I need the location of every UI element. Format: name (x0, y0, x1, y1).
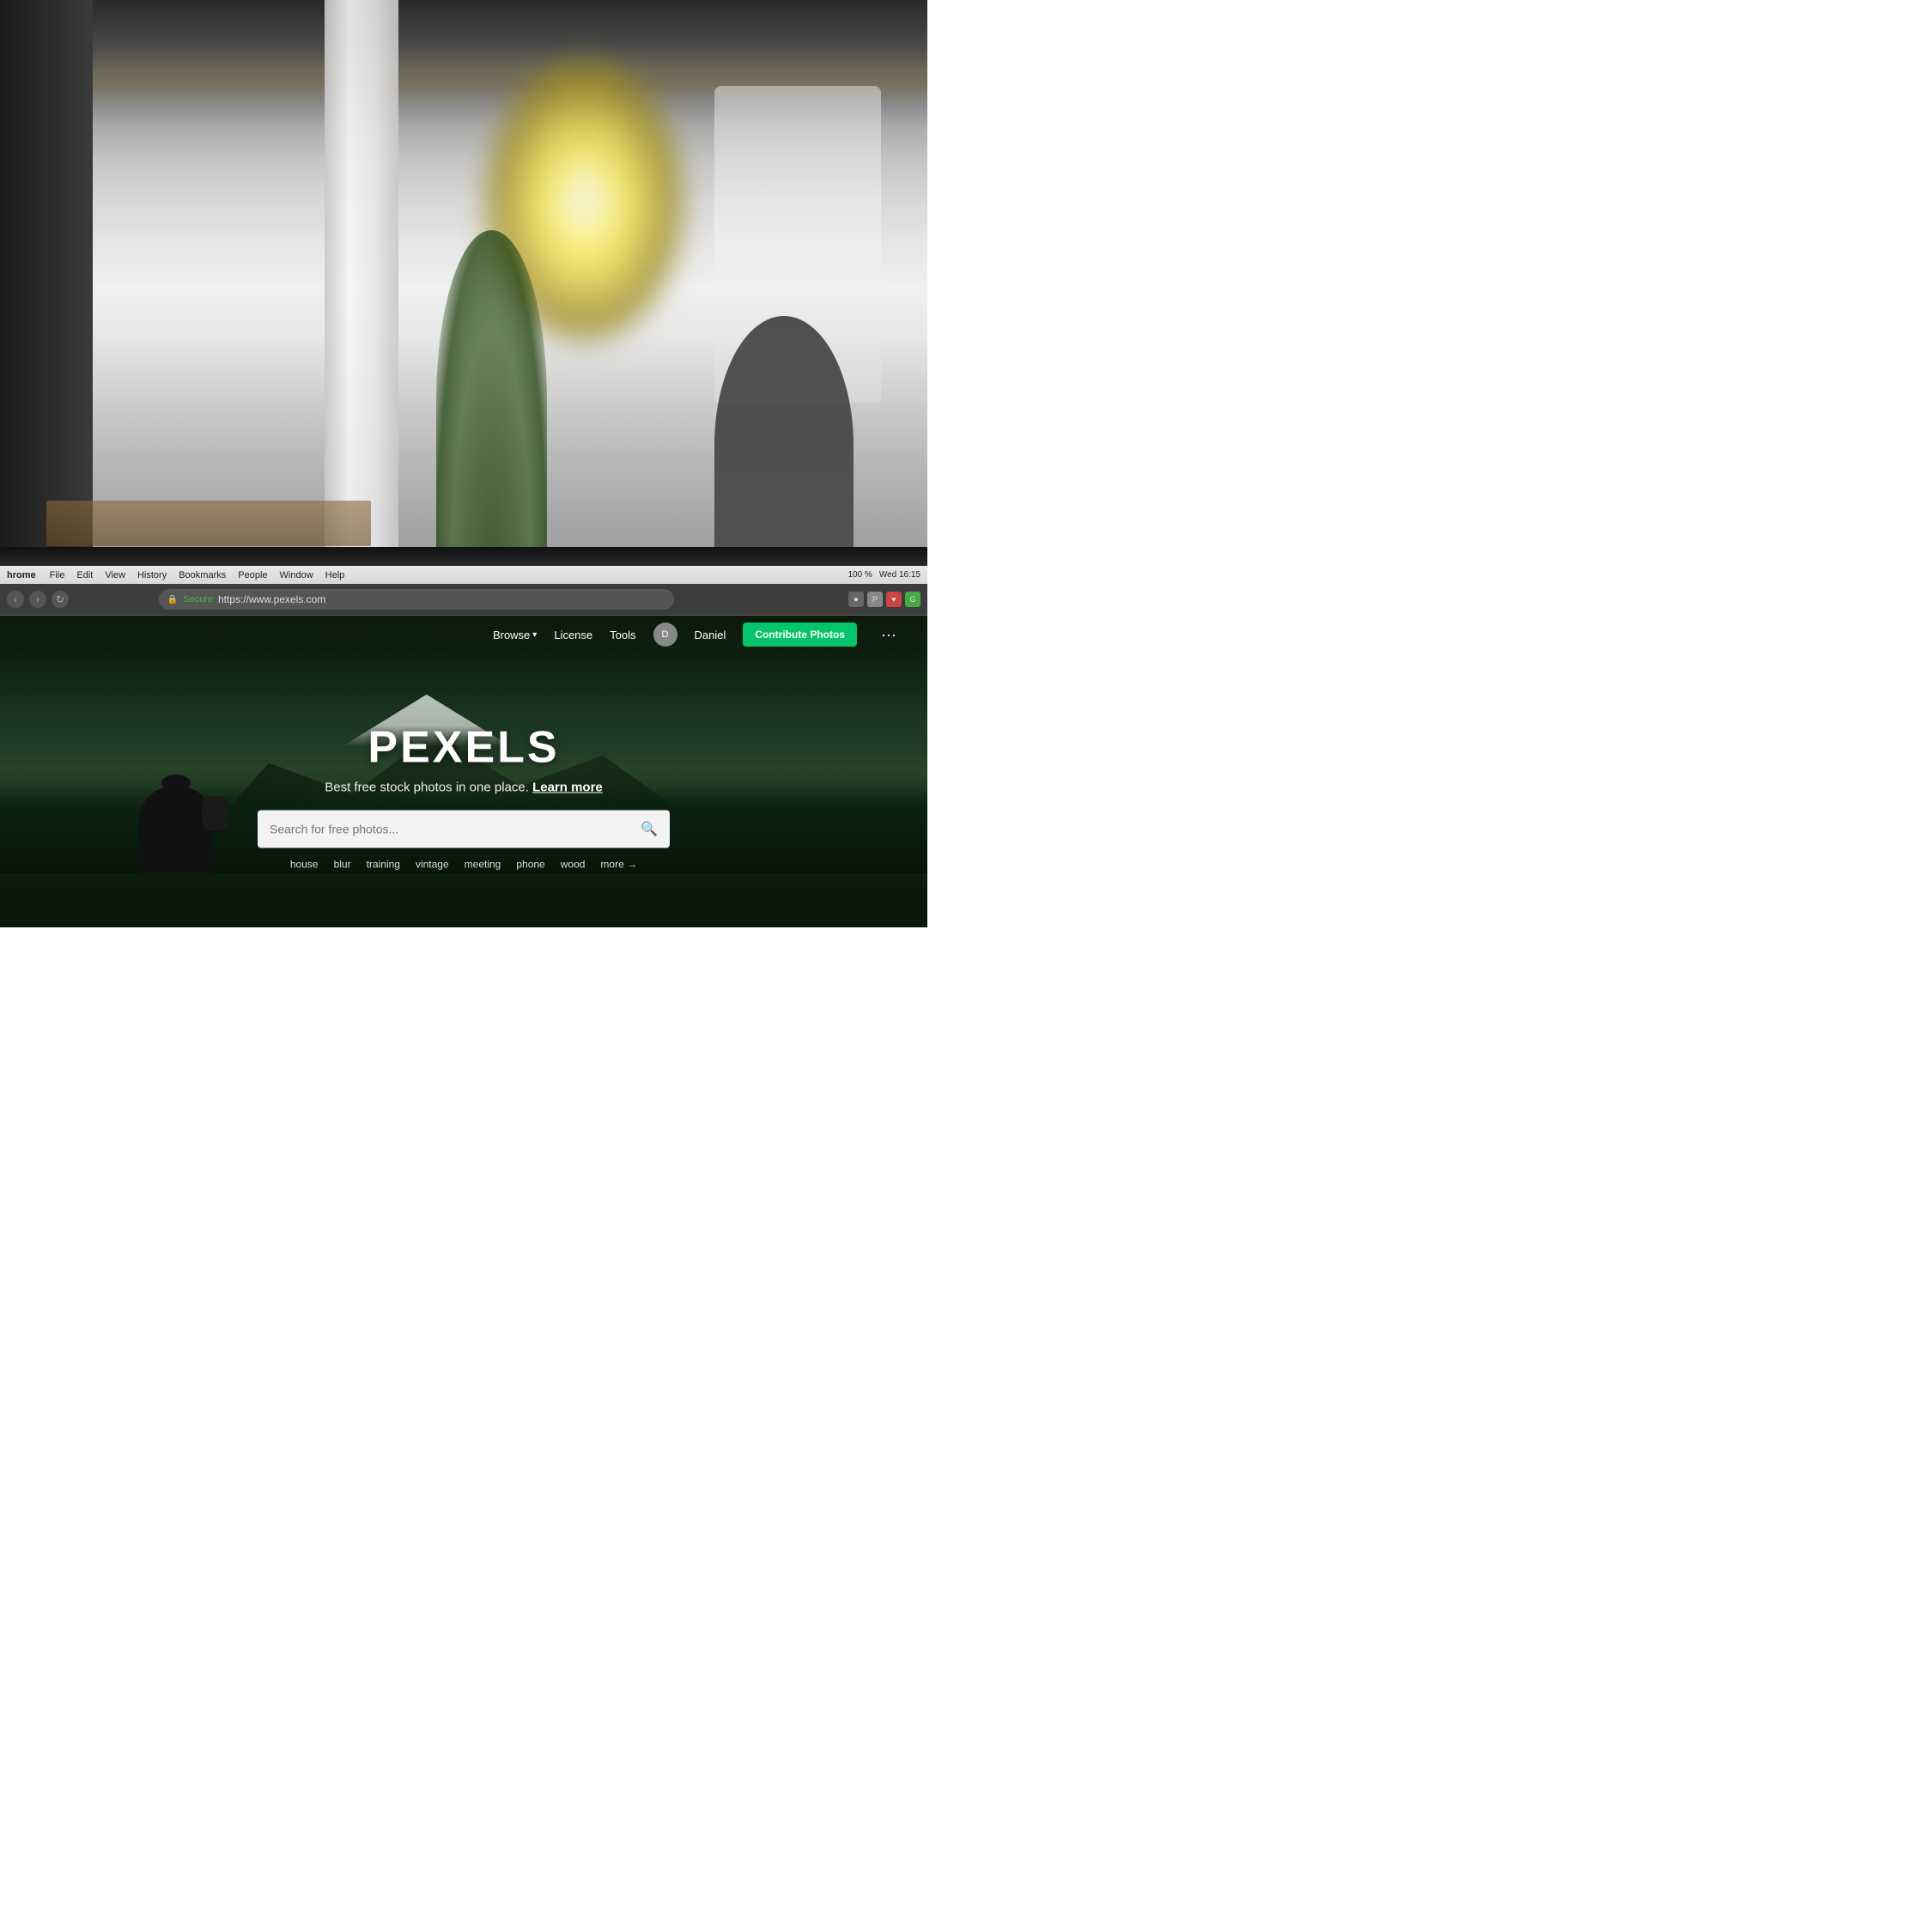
menu-view[interactable]: View (105, 570, 125, 580)
pexels-navbar: Browse License Tools D Daniel Contribute… (0, 616, 927, 654)
nav-tools[interactable]: Tools (610, 629, 635, 641)
browser-toolbar: ‹ › ↻ 🔒 Secure https://www.pexels.com ★ … (0, 585, 927, 616)
forward-button[interactable]: › (29, 591, 46, 608)
browser-chrome: Browse License Tools D Daniel Contribute… (0, 616, 927, 927)
menu-battery: 100 % (848, 570, 872, 580)
tag-training[interactable]: training (367, 858, 400, 870)
search-tags: house blur training vintage meeting phon… (93, 858, 835, 870)
more-button[interactable]: ··· (881, 626, 896, 644)
bookmark-icon[interactable]: ★ (848, 592, 864, 607)
tag-blur[interactable]: blur (334, 858, 351, 870)
menu-history[interactable]: History (137, 570, 167, 580)
secure-badge: 🔒 (167, 595, 178, 605)
user-name: Daniel (695, 629, 726, 641)
office-background (0, 0, 927, 575)
left-pillar (0, 0, 93, 575)
hero-content: PEXELS Best free stock photos in one pla… (93, 721, 835, 870)
menu-window[interactable]: Window (280, 570, 313, 580)
hero-subtitle: Best free stock photos in one place. Lea… (93, 780, 835, 794)
address-bar[interactable]: 🔒 Secure https://www.pexels.com (159, 589, 674, 610)
ext-icon-2[interactable]: ♥ (886, 592, 902, 607)
tag-more[interactable]: more → (600, 858, 637, 870)
macos-menu-bar: hrome File Edit View History Bookmarks P… (0, 566, 927, 585)
center-pillar (325, 0, 398, 575)
learn-more-link[interactable]: Learn more (532, 780, 603, 794)
hero-title: PEXELS (93, 721, 835, 773)
menu-edit[interactable]: Edit (76, 570, 93, 580)
tag-phone[interactable]: phone (516, 858, 544, 870)
ext-icon-1[interactable]: P (867, 592, 883, 607)
app-name: hrome (7, 570, 36, 580)
tag-wood[interactable]: wood (561, 858, 586, 870)
contribute-button[interactable]: Contribute Photos (743, 623, 857, 647)
menu-people[interactable]: People (238, 570, 267, 580)
tag-meeting[interactable]: meeting (465, 858, 501, 870)
toolbar-icons: ★ P ♥ G (848, 592, 920, 607)
nav-license[interactable]: License (554, 629, 592, 641)
website-area: Browse License Tools D Daniel Contribute… (0, 616, 927, 927)
tag-house[interactable]: house (290, 858, 319, 870)
menu-items: File Edit View History Bookmarks People … (50, 570, 345, 580)
search-bar[interactable]: 🔍 (258, 810, 670, 848)
secure-text: Secure (183, 594, 213, 605)
url-text: https://www.pexels.com (218, 593, 325, 605)
search-icon: 🔍 (641, 820, 658, 837)
menu-help[interactable]: Help (325, 570, 345, 580)
menu-bar-right: 100 % Wed 16:15 (848, 570, 920, 580)
refresh-button[interactable]: ↻ (52, 591, 69, 608)
ext-icon-3[interactable]: G (905, 592, 920, 607)
plant (436, 230, 548, 575)
search-input[interactable] (270, 822, 632, 835)
menu-bookmarks[interactable]: Bookmarks (179, 570, 226, 580)
user-avatar[interactable]: D (653, 623, 677, 647)
chair (714, 316, 854, 574)
menu-time: Wed 16:15 (879, 570, 920, 580)
page-root: hrome File Edit View History Bookmarks P… (0, 0, 927, 927)
nav-links: Browse License Tools D Daniel Contribute… (493, 623, 896, 647)
desk (46, 501, 371, 547)
back-button[interactable]: ‹ (7, 591, 24, 608)
menu-file[interactable]: File (50, 570, 65, 580)
nav-browse[interactable]: Browse (493, 629, 537, 641)
tag-vintage[interactable]: vintage (416, 858, 449, 870)
